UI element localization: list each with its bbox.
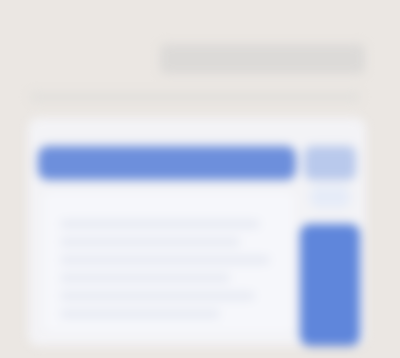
subtitle-line — [30, 92, 360, 102]
right-top-control[interactable] — [304, 146, 356, 180]
title-strip — [160, 44, 365, 74]
list-item[interactable] — [60, 256, 270, 264]
blurred-ui-screenshot — [0, 0, 400, 358]
list-item[interactable] — [60, 220, 260, 228]
list-item[interactable] — [60, 292, 255, 300]
right-blue-column[interactable] — [300, 224, 360, 346]
list-item[interactable] — [60, 274, 230, 282]
right-mid-control[interactable] — [310, 186, 350, 208]
panel-header-bar[interactable] — [38, 146, 296, 180]
list-item[interactable] — [60, 238, 240, 246]
list-item[interactable] — [60, 310, 220, 318]
